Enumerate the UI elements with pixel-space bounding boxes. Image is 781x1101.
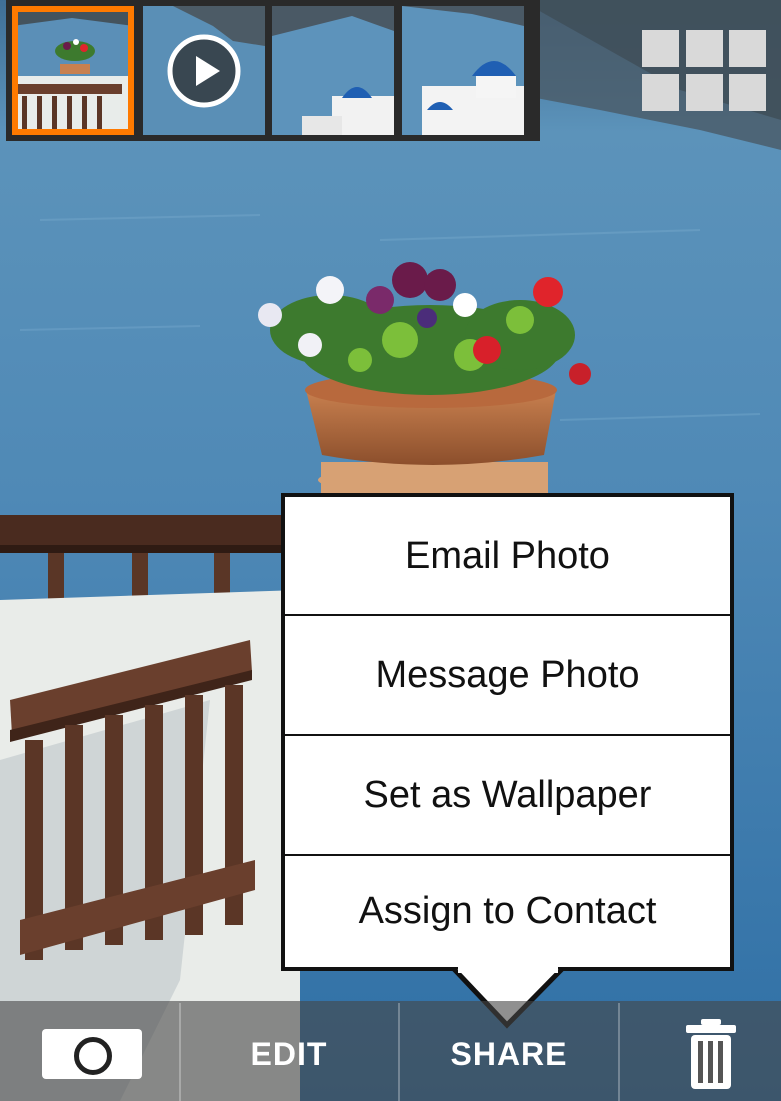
menu-item-message-photo[interactable]: Message Photo xyxy=(285,616,730,735)
edit-button[interactable]: EDIT xyxy=(180,1029,398,1079)
camera-button[interactable] xyxy=(42,1029,142,1079)
camera-icon xyxy=(74,1037,112,1075)
share-menu: Email Photo Message Photo Set as Wallpap… xyxy=(281,493,734,971)
thumbnail-2[interactable] xyxy=(143,6,265,135)
thumbnail-3[interactable] xyxy=(272,6,394,135)
grid-view-icon xyxy=(642,30,679,67)
menu-item-assign-to-contact[interactable]: Assign to Contact xyxy=(285,852,730,971)
thumbnail-4[interactable] xyxy=(402,6,524,135)
thumbnail-1[interactable] xyxy=(12,6,134,135)
menu-item-set-as-wallpaper[interactable]: Set as Wallpaper xyxy=(285,736,730,855)
menu-item-email-photo[interactable]: Email Photo xyxy=(285,497,730,616)
trash-button[interactable] xyxy=(682,1017,740,1091)
thumbnail-strip xyxy=(6,0,540,141)
photo-viewer: Email Photo Message Photo Set as Wallpap… xyxy=(0,0,781,1101)
toolbar-divider xyxy=(618,1003,620,1101)
grid-view-button[interactable] xyxy=(642,30,766,114)
share-button[interactable]: SHARE xyxy=(400,1029,618,1079)
